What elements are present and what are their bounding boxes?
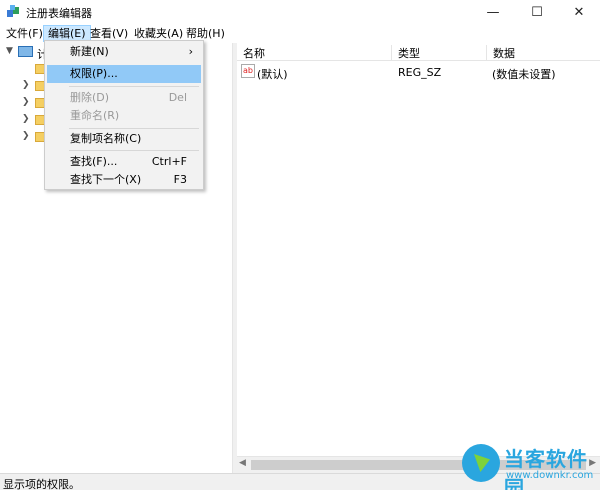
menu-item-new[interactable]: 新建(N) › xyxy=(47,43,201,61)
menu-item-copy-key-name[interactable]: 复制项名称(C) xyxy=(47,130,201,148)
expand-arrow-icon[interactable]: ❯ xyxy=(22,80,30,90)
menu-item-label: 复制项名称(C) xyxy=(70,132,142,145)
title-bar: 注册表编辑器 — ☐ ✕ xyxy=(0,0,600,24)
list-item[interactable]: ab (默认) REG_SZ (数值未设置) xyxy=(237,63,600,81)
menu-separator xyxy=(69,150,199,151)
close-button[interactable]: ✕ xyxy=(558,0,600,24)
watermark-logo-icon xyxy=(462,444,500,482)
watermark-url: www.downkr.com xyxy=(506,470,594,481)
menu-item-rename: 重命名(R) xyxy=(47,107,201,125)
menu-item-label: 重命名(R) xyxy=(70,109,120,122)
menu-item-find[interactable]: 查找(F)... Ctrl+F xyxy=(47,153,201,171)
menu-item-label: 删除(D) xyxy=(70,91,110,104)
menu-item-delete: 删除(D) Del xyxy=(47,89,201,107)
menu-item-shortcut: F3 xyxy=(173,173,187,186)
menu-separator xyxy=(69,86,199,87)
values-list[interactable]: 名称 类型 数据 ab (默认) REG_SZ (数值未设置) ◀ ▶ xyxy=(237,43,600,473)
menu-item-label: 新建(N) xyxy=(70,45,109,58)
value-data: (数值未设置) xyxy=(492,68,556,81)
maximize-button[interactable]: ☐ xyxy=(516,0,558,24)
expand-arrow-icon[interactable]: ❯ xyxy=(22,97,30,107)
menu-item-shortcut: Del xyxy=(168,91,187,104)
expand-arrow-icon[interactable]: ❯ xyxy=(22,131,30,141)
collapse-arrow-icon[interactable]: ▼ xyxy=(6,46,13,56)
value-type: REG_SZ xyxy=(398,66,442,79)
column-header-data[interactable]: 数据 xyxy=(487,45,600,61)
registry-editor-icon xyxy=(6,4,21,19)
submenu-arrow-icon: › xyxy=(188,45,193,58)
menu-item-label: 查找(F)... xyxy=(70,155,118,168)
string-value-icon: ab xyxy=(241,64,255,78)
list-header: 名称 类型 数据 xyxy=(237,43,600,61)
status-text: 显示项的权限。 xyxy=(3,478,80,490)
menu-item-permissions[interactable]: 权限(P)... xyxy=(47,65,201,83)
menu-item-find-next[interactable]: 查找下一个(X) F3 xyxy=(47,171,201,189)
expand-arrow-icon[interactable]: ❯ xyxy=(22,114,30,124)
menu-item-shortcut: Ctrl+F xyxy=(151,155,187,168)
value-name: (默认) xyxy=(257,68,288,81)
watermark: 当客软件园 www.downkr.com xyxy=(458,440,600,490)
menu-item-label: 查找下一个(X) xyxy=(70,173,142,186)
computer-icon xyxy=(18,46,33,57)
menu-separator xyxy=(69,128,199,129)
menu-item-label: 权限(P)... xyxy=(70,67,118,80)
edit-menu-dropdown: 新建(N) › 权限(P)... 删除(D) Del 重命名(R) 复制项名称(… xyxy=(44,40,204,190)
minimize-button[interactable]: — xyxy=(472,0,514,24)
window-title: 注册表编辑器 xyxy=(26,7,92,20)
column-header-name[interactable]: 名称 xyxy=(237,45,392,61)
scroll-left-icon[interactable]: ◀ xyxy=(239,458,246,468)
column-header-type[interactable]: 类型 xyxy=(392,45,487,61)
watermark-name: 当客软件园 xyxy=(504,447,588,490)
menu-file[interactable]: 文件(F) xyxy=(2,25,47,42)
